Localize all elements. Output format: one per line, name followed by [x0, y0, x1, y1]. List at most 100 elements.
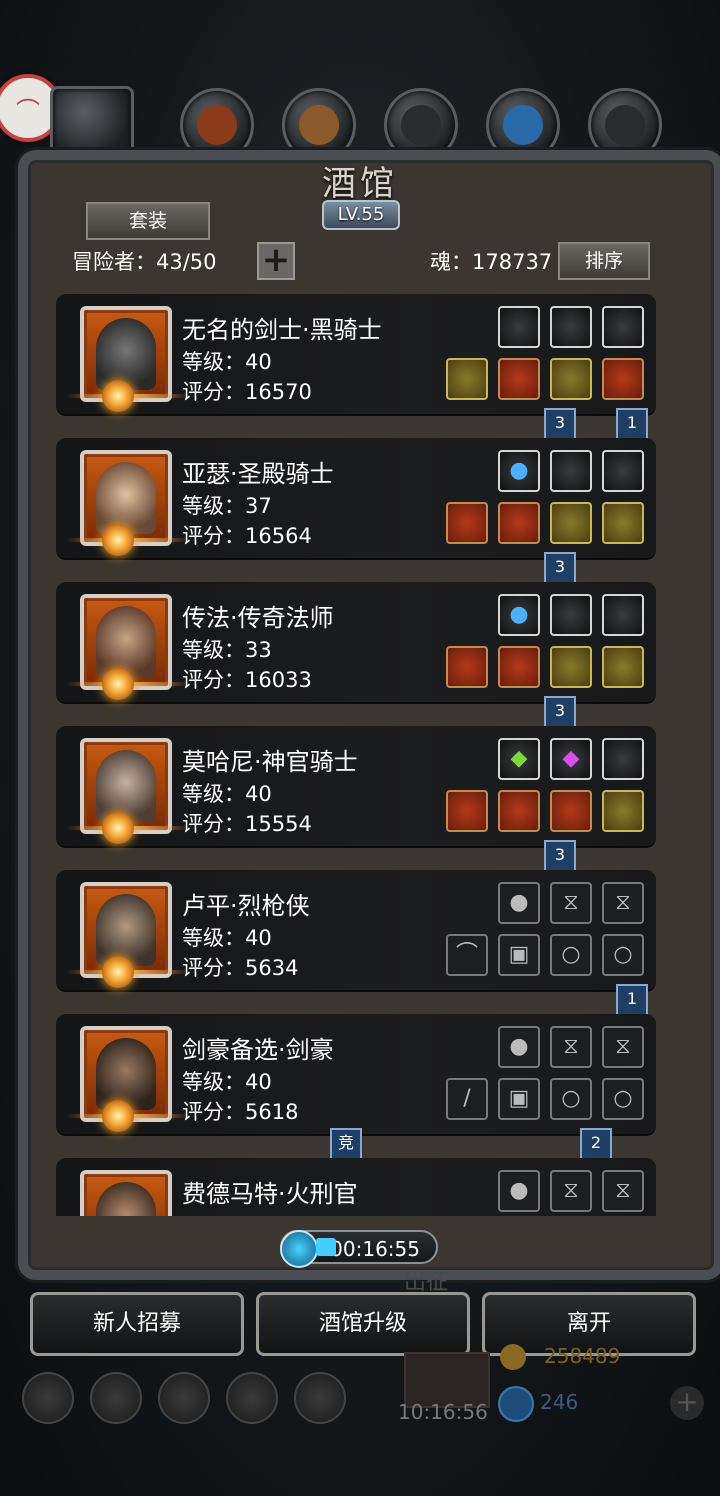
orb-icon[interactable]: ● — [498, 594, 540, 636]
gem-amount: 246 — [540, 1390, 579, 1414]
rank-emblem-icon — [102, 812, 134, 844]
accessory-icon[interactable] — [498, 306, 540, 348]
hero-card[interactable]: 亚瑟·圣殿骑士 等级：37 评分：16564 ● — [56, 438, 656, 558]
empty-sword-slot-icon[interactable]: / — [446, 1078, 488, 1120]
empty-ring-slot-icon[interactable]: ○ — [550, 1078, 592, 1120]
hero-name: 卢平·烈枪侠 — [182, 892, 310, 920]
chat-icon[interactable] — [294, 1372, 346, 1424]
gold-coin-icon — [500, 1344, 526, 1370]
timer-text: 00:16:55 — [330, 1237, 420, 1261]
hero-level: 等级：40 — [182, 350, 272, 374]
hero-card[interactable]: 莫哈尼·神官骑士 等级：40 评分：15554 ◆ ◆ — [56, 726, 656, 846]
hero-name: 无名的剑士·黑骑士 — [182, 316, 382, 344]
recruit-button[interactable]: 新人招募 — [30, 1292, 244, 1356]
potion-icon[interactable]: ◆ — [498, 738, 540, 780]
hero-score: 评分：16033 — [182, 668, 312, 692]
empty-potion-slot-icon[interactable]: ● — [498, 1026, 540, 1068]
mask-icon[interactable] — [602, 502, 644, 544]
hero-name: 传法·传奇法师 — [182, 604, 334, 632]
gear-icon[interactable] — [90, 1372, 142, 1424]
hero-card[interactable]: 剑豪备选·剑豪 等级：40 评分：5618 ● ⧖ ⧖ / ▣ ○ ○ — [56, 1014, 656, 1134]
hero-name: 亚瑟·圣殿骑士 — [182, 460, 334, 488]
empty-armor-slot-icon[interactable]: ▣ — [498, 934, 540, 976]
robe-icon[interactable] — [498, 646, 540, 688]
hero-card[interactable]: 无名的剑士·黑骑士 等级：40 评分：16570 — [56, 294, 656, 414]
hero-level: 等级：40 — [182, 926, 272, 950]
suit-tab[interactable]: 套装 — [86, 202, 210, 240]
empty-potion-slot-icon[interactable]: ● — [498, 1170, 540, 1212]
tavern-level-badge: LV.55 — [322, 200, 400, 230]
empty-ring-slot-icon[interactable]: ○ — [602, 934, 644, 976]
empty-ring-slot-icon[interactable]: ○ — [602, 1078, 644, 1120]
blade-icon[interactable] — [602, 306, 644, 348]
hero-level: 等级：33 — [182, 638, 272, 662]
rank-emblem-icon — [102, 524, 134, 556]
gem-icon[interactable]: ◆ — [550, 738, 592, 780]
hero-list: 无名的剑士·黑骑士 等级：40 评分：16570 3 1 亚瑟·圣殿骑士 等级：… — [56, 294, 656, 1216]
crossbow-icon[interactable] — [446, 358, 488, 400]
hero-score: 评分：5618 — [182, 1100, 299, 1124]
hero-card[interactable]: 传法·传奇法师 等级：33 评分：16033 ● — [56, 582, 656, 702]
mail-icon[interactable] — [226, 1372, 278, 1424]
rank-emblem-icon — [102, 956, 134, 988]
sort-button[interactable]: 排序 — [558, 242, 650, 280]
settings-icon[interactable] — [22, 1372, 74, 1424]
shield-icon[interactable] — [550, 358, 592, 400]
shield-icon[interactable] — [550, 502, 592, 544]
helmet-icon[interactable] — [602, 358, 644, 400]
soul-count: 魂：178737 — [430, 250, 553, 274]
hero-level: 等级：40 — [182, 1070, 272, 1094]
bow-icon[interactable] — [550, 594, 592, 636]
rank-emblem-icon — [102, 380, 134, 412]
timer-progress — [316, 1238, 336, 1256]
armor-icon[interactable] — [498, 358, 540, 400]
empty-hourglass-slot-icon[interactable]: ⧖ — [550, 882, 592, 924]
empty-hourglass-slot-icon[interactable]: ⧖ — [602, 1026, 644, 1068]
background-clock: 10:16:56 — [398, 1400, 488, 1424]
gem-icon — [498, 1386, 534, 1422]
hero-level: 等级：37 — [182, 494, 272, 518]
hero-score: 评分：16564 — [182, 524, 312, 548]
map-icon[interactable] — [50, 86, 134, 160]
hero-card[interactable]: 费德马特·火刑官 ● ⧖ ⧖ — [56, 1158, 656, 1216]
armor-icon[interactable] — [498, 790, 540, 832]
empty-ring-slot-icon[interactable]: ○ — [550, 934, 592, 976]
page-title: 酒馆 — [322, 164, 398, 204]
hero-score: 评分：15554 — [182, 812, 312, 836]
rank-emblem-icon — [102, 668, 134, 700]
timer-display: 00:16:55 — [280, 1230, 438, 1268]
tavern-upgrade-button[interactable]: 酒馆升级 — [256, 1292, 470, 1356]
amulet-icon[interactable] — [550, 790, 592, 832]
gloves-icon[interactable] — [550, 646, 592, 688]
empty-hourglass-slot-icon[interactable]: ⧖ — [550, 1026, 592, 1068]
add-slot-button[interactable]: + — [257, 242, 295, 280]
adventurer-count: 冒险者：43/50 — [72, 250, 217, 274]
empty-hourglass-slot-icon[interactable]: ⧖ — [550, 1170, 592, 1212]
empty-armor-slot-icon[interactable]: ▣ — [498, 1078, 540, 1120]
hero-name: 费德马特·火刑官 — [182, 1180, 358, 1208]
bow-icon[interactable] — [602, 450, 644, 492]
bow-icon[interactable] — [550, 450, 592, 492]
armor-icon[interactable] — [498, 502, 540, 544]
hero-score: 评分：5634 — [182, 956, 299, 980]
bow-icon[interactable] — [602, 594, 644, 636]
hero-score: 评分：16570 — [182, 380, 312, 404]
necklace-icon[interactable] — [602, 790, 644, 832]
mace-icon[interactable] — [446, 790, 488, 832]
shop-icon[interactable] — [158, 1372, 210, 1424]
add-gems-button[interactable]: + — [670, 1386, 704, 1420]
hero-level: 等级：40 — [182, 782, 272, 806]
ring-icon[interactable] — [602, 646, 644, 688]
empty-hourglass-slot-icon[interactable]: ⧖ — [602, 882, 644, 924]
hero-card[interactable]: 卢平·烈枪侠 等级：40 评分：5634 ● ⧖ ⧖ ⌒ ▣ ○ ○ — [56, 870, 656, 990]
empty-weapon-slot-icon[interactable]: ⌒ — [446, 934, 488, 976]
gold-amount: 258489 — [544, 1344, 621, 1368]
orb-icon[interactable]: ● — [498, 450, 540, 492]
rank-emblem-icon — [102, 1100, 134, 1132]
dagger-icon[interactable] — [602, 738, 644, 780]
hammer-icon[interactable] — [446, 502, 488, 544]
staff-icon[interactable] — [446, 646, 488, 688]
empty-potion-slot-icon[interactable]: ● — [498, 882, 540, 924]
empty-hourglass-slot-icon[interactable]: ⧖ — [602, 1170, 644, 1212]
bow-icon[interactable] — [550, 306, 592, 348]
